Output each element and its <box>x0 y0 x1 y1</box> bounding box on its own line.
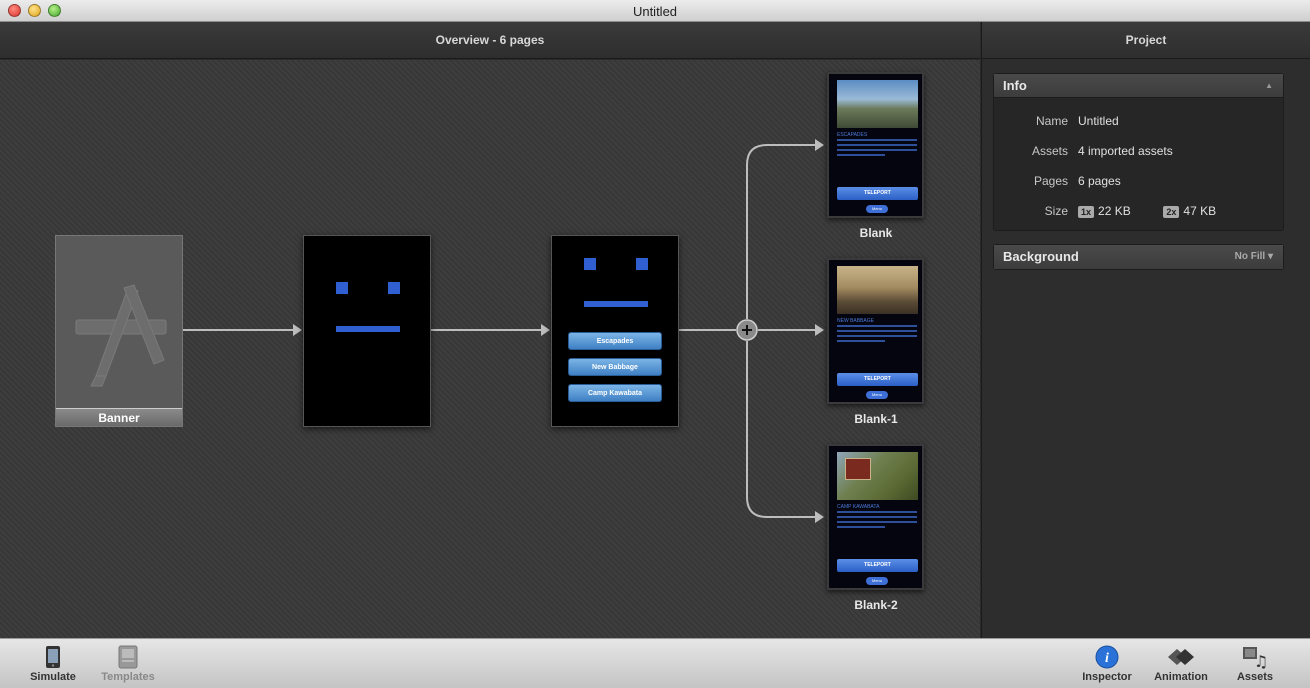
window-titlebar: Untitled <box>0 0 1310 22</box>
bottom-toolbar: Simulate Templates i Inspector Animation… <box>0 638 1310 688</box>
page-photo <box>837 452 918 500</box>
collapse-arrow-icon[interactable]: ▲ <box>1265 74 1273 98</box>
overview-header: Overview - 6 pages <box>0 22 980 59</box>
background-fill-dropdown[interactable]: No Fill ▾ <box>1235 245 1273 269</box>
page-heading: ESCAPADES <box>837 132 868 138</box>
new-babbage-button[interactable]: New Babbage <box>568 358 662 376</box>
svg-text:♫: ♫ <box>1254 652 1268 669</box>
simulate-label: Simulate <box>30 671 76 683</box>
window-title: Untitled <box>632 4 678 19</box>
thumbnail-label: Blank-1 <box>854 412 898 426</box>
info-row-size: Size 1x 22 KB 2x 47 KB <box>994 204 1283 220</box>
eye-right-shape <box>636 258 648 270</box>
page-photo <box>837 266 918 314</box>
menu-button: Menu <box>866 205 888 213</box>
assets-label: Assets <box>1236 671 1274 683</box>
info-key: Assets <box>1031 144 1068 158</box>
thumbnail-label: Blank <box>859 226 893 240</box>
banner-page-card[interactable]: Banner <box>55 235 183 427</box>
menu-page-card[interactable]: Escapades New Babbage Camp Kawabata <box>551 235 679 427</box>
info-section: Info ▲ Name Untitled Assets 4 imported a… <box>993 73 1284 231</box>
menu-button: Menu <box>866 577 888 585</box>
inspector-button[interactable]: i Inspector <box>1072 643 1142 683</box>
page-heading: NEW BABBAGE <box>837 318 874 324</box>
templates-button[interactable]: Templates <box>93 643 163 683</box>
templates-label: Templates <box>101 671 155 683</box>
info-row-assets: Assets 4 imported assets <box>994 144 1283 160</box>
assets-button[interactable]: ♫ Assets <box>1220 643 1290 683</box>
info-section-header[interactable]: Info ▲ <box>994 74 1283 98</box>
info-section-title: Info <box>1003 78 1027 93</box>
project-inspector-panel: Project Info ▲ Name Untitled Assets 4 im… <box>981 22 1310 638</box>
teleport-button: TELEPORT <box>837 187 918 200</box>
mouth-shape <box>336 326 400 332</box>
page-text-lines <box>837 511 917 531</box>
eye-left-shape <box>336 282 348 294</box>
animation-button[interactable]: Animation <box>1146 643 1216 683</box>
blank-page-thumbnail[interactable]: ESCAPADES TELEPORT Menu <box>827 72 924 218</box>
blank-1-page-thumbnail[interactable]: NEW BABBAGE TELEPORT Menu <box>827 258 924 404</box>
overview-canvas[interactable]: Banner Escapades New Babbage Camp Kawaba… <box>0 60 980 638</box>
info-row-pages: Pages 6 pages <box>994 174 1283 190</box>
mouth-shape <box>584 301 648 307</box>
background-section-header[interactable]: Background No Fill ▾ <box>994 245 1283 269</box>
page-heading: CAMP KAWABATA <box>837 504 880 510</box>
info-key: Size <box>1044 204 1068 218</box>
simulate-button[interactable]: Simulate <box>18 643 88 683</box>
menu-button: Menu <box>866 391 888 399</box>
blank-2-page-thumbnail[interactable]: CAMP KAWABATA TELEPORT Menu <box>827 444 924 590</box>
info-value: 6 pages <box>1078 174 1121 188</box>
banner-label: Banner <box>56 408 182 426</box>
scout-emblem-icon <box>845 458 871 480</box>
panel-title: Project <box>982 22 1310 59</box>
info-value: 4 imported assets <box>1078 144 1173 158</box>
size-2x-badge: 2x <box>1163 206 1180 218</box>
info-row-name: Name Untitled <box>994 114 1283 130</box>
eye-right-shape <box>388 282 400 294</box>
teleport-button: TELEPORT <box>837 559 918 572</box>
info-value: Untitled <box>1078 114 1119 128</box>
size-1x-value: 22 KB <box>1098 204 1131 218</box>
info-key: Pages <box>1033 174 1068 188</box>
background-section-title: Background <box>1003 249 1079 264</box>
templates-icon <box>93 643 163 671</box>
background-section: Background No Fill ▾ <box>993 244 1284 270</box>
camp-kawabata-button[interactable]: Camp Kawabata <box>568 384 662 402</box>
size-1x-badge: 1x <box>1078 206 1095 218</box>
page-text-lines <box>837 139 917 159</box>
animation-label: Animation <box>1154 671 1208 683</box>
page-text-lines <box>837 325 917 345</box>
face-page-card[interactable] <box>303 235 431 427</box>
teleport-button: TELEPORT <box>837 373 918 386</box>
assets-icon: ♫ <box>1220 643 1290 671</box>
page-photo <box>837 80 918 128</box>
add-branch-button <box>736 319 758 341</box>
escapades-button[interactable]: Escapades <box>568 332 662 350</box>
svg-text:i: i <box>1105 651 1109 666</box>
animation-icon <box>1146 643 1216 671</box>
size-2x-value: 47 KB <box>1183 204 1217 218</box>
app-store-icon <box>75 284 167 387</box>
thumbnail-label: Blank-2 <box>854 598 898 612</box>
eye-left-shape <box>584 258 596 270</box>
size-values: 1x 22 KB 2x 47 KB <box>1078 204 1216 218</box>
phone-icon <box>18 643 88 671</box>
info-icon: i <box>1072 643 1142 671</box>
info-key: Name <box>1035 114 1068 128</box>
inspector-label: Inspector <box>1082 671 1132 683</box>
